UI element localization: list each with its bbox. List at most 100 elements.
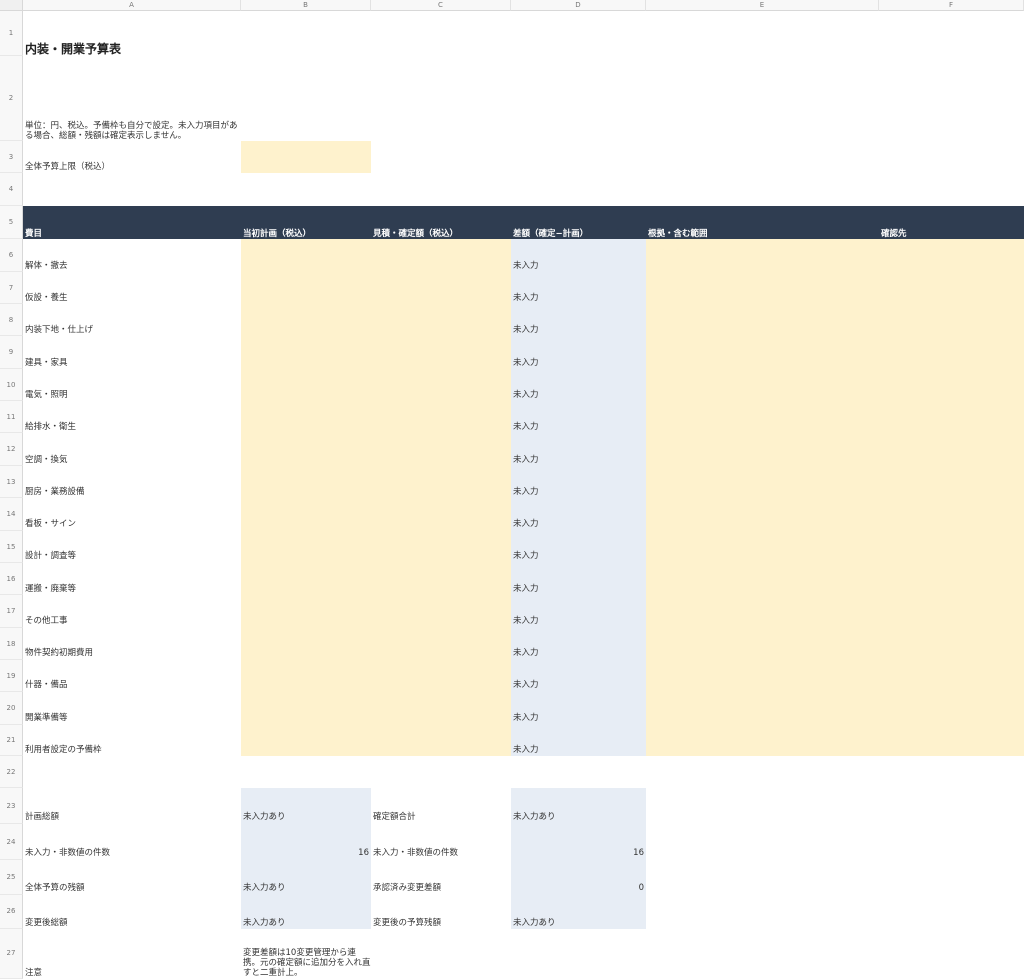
row-header-27[interactable]: 27 [0, 929, 23, 979]
item-diff: 未入力 [513, 390, 539, 400]
row-header-17[interactable]: 17 [0, 595, 23, 628]
basis-contact-input-area[interactable] [646, 239, 1024, 756]
item-name: 設計・調査等 [25, 551, 77, 561]
row-header-13[interactable]: 13 [0, 466, 23, 498]
item-diff: 未入力 [513, 648, 539, 658]
plan-quote-input-area[interactable] [241, 239, 511, 756]
item-diff: 未入力 [513, 713, 539, 723]
item-diff: 未入力 [513, 551, 539, 561]
row-header-8[interactable]: 8 [0, 304, 23, 336]
item-diff: 未入力 [513, 487, 539, 497]
missing-count-value-b: 16 [358, 848, 369, 858]
missing-count-label-a: 未入力・非数値の件数 [25, 848, 111, 858]
item-name: 電気・照明 [25, 390, 68, 400]
note-label: 注意 [25, 968, 43, 978]
row-header-7[interactable]: 7 [0, 272, 23, 304]
item-name: 開業準備等 [25, 713, 68, 723]
item-name: 厨房・業務設備 [25, 487, 85, 497]
remaining-label: 全体予算の残額 [25, 883, 85, 893]
item-name: 給排水・衛生 [25, 422, 77, 432]
row-header-1[interactable]: 1 [0, 11, 23, 56]
header-contact: 確認先 [881, 229, 907, 239]
after-change-total-label: 変更後総額 [25, 918, 68, 928]
item-name: 空調・換気 [25, 455, 68, 465]
item-diff: 未入力 [513, 422, 539, 432]
item-name: 仮設・養生 [25, 293, 68, 303]
summary-calc-area-d [511, 788, 646, 929]
unit-note: 単位：円、税込。予備枠も自分で設定。未入力項目がある場合、総額・残額は確定表示し… [25, 121, 238, 141]
diff-calc-area [511, 239, 646, 756]
item-name: 運搬・廃棄等 [25, 584, 77, 594]
item-name: 看板・サイン [25, 519, 77, 529]
row-header-25[interactable]: 25 [0, 860, 23, 895]
row-header-12[interactable]: 12 [0, 433, 23, 466]
col-header-c[interactable]: C [371, 0, 511, 11]
row-header-6[interactable]: 6 [0, 239, 23, 272]
item-diff: 未入力 [513, 680, 539, 690]
row-header-15[interactable]: 15 [0, 531, 23, 563]
header-plan: 当初計画（税込） [243, 229, 312, 239]
row-header-10[interactable]: 10 [0, 369, 23, 401]
remaining-value: 未入力あり [243, 883, 286, 893]
col-header-e[interactable]: E [646, 0, 879, 11]
header-basis: 根拠・含む範囲 [648, 229, 708, 239]
col-header-b[interactable]: B [241, 0, 371, 11]
missing-count-label-c: 未入力・非数値の件数 [373, 848, 459, 858]
row-header-19[interactable]: 19 [0, 660, 23, 692]
item-name: 解体・撤去 [25, 261, 68, 271]
row-header-18[interactable]: 18 [0, 628, 23, 660]
row-header-20[interactable]: 20 [0, 692, 23, 725]
header-item: 費目 [25, 229, 43, 239]
item-diff: 未入力 [513, 325, 539, 335]
row-header-14[interactable]: 14 [0, 498, 23, 531]
item-diff: 未入力 [513, 584, 539, 594]
item-name: 建具・家具 [25, 358, 68, 368]
item-name: 物件契約初期費用 [25, 648, 94, 658]
row-header-23[interactable]: 23 [0, 788, 23, 824]
row-header-9[interactable]: 9 [0, 336, 23, 369]
item-diff: 未入力 [513, 616, 539, 626]
row-header-26[interactable]: 26 [0, 895, 23, 929]
item-diff: 未入力 [513, 519, 539, 529]
plan-total-label: 計画総額 [25, 812, 60, 822]
item-diff: 未入力 [513, 745, 539, 755]
row-header-3[interactable]: 3 [0, 141, 23, 173]
confirmed-total-label: 確定額合計 [373, 812, 416, 822]
budget-limit-label: 全体予算上限（税込） [25, 162, 111, 172]
plan-total-value: 未入力あり [243, 812, 286, 822]
item-diff: 未入力 [513, 455, 539, 465]
item-diff: 未入力 [513, 293, 539, 303]
row-header-16[interactable]: 16 [0, 563, 23, 595]
after-change-remaining-label: 変更後の予算残額 [373, 918, 442, 928]
item-name: 利用者設定の予備枠 [25, 745, 102, 755]
summary-calc-area-b [241, 788, 371, 929]
approved-change-label: 承認済み変更差額 [373, 883, 442, 893]
sheet-title: 内装・開業予算表 [25, 42, 122, 56]
header-diff: 差額（確定−計画） [513, 229, 589, 239]
spreadsheet: A B C D E F 1 2 3 4 5 6 7 8 9 10 11 12 1… [0, 0, 1024, 979]
approved-change-value: 0 [638, 883, 644, 893]
header-quote: 見積・確定額（税込） [373, 229, 459, 239]
item-name: その他工事 [25, 616, 68, 626]
row-header-22[interactable]: 22 [0, 756, 23, 788]
row-header-24[interactable]: 24 [0, 824, 23, 860]
item-diff: 未入力 [513, 261, 539, 271]
row-header-4[interactable]: 4 [0, 173, 23, 206]
select-all-corner[interactable] [0, 0, 23, 11]
row-header-5[interactable]: 5 [0, 206, 23, 239]
missing-count-value-d: 16 [633, 848, 644, 858]
after-change-total-value: 未入力あり [243, 918, 286, 928]
confirmed-total-value: 未入力あり [513, 812, 556, 822]
col-header-f[interactable]: F [879, 0, 1024, 11]
note-text: 変更差額は10変更管理から連携。元の確定額に追加分を入れ直すと二重計上。 [243, 948, 371, 978]
col-header-a[interactable]: A [23, 0, 241, 11]
after-change-remaining-value: 未入力あり [513, 918, 556, 928]
row-header-21[interactable]: 21 [0, 725, 23, 756]
item-name: 内装下地・仕上げ [25, 325, 94, 335]
row-header-11[interactable]: 11 [0, 401, 23, 433]
row-header-2[interactable]: 2 [0, 56, 23, 141]
item-name: 什器・備品 [25, 680, 68, 690]
budget-limit-input-cell[interactable] [241, 141, 371, 173]
item-diff: 未入力 [513, 358, 539, 368]
col-header-d[interactable]: D [511, 0, 646, 11]
